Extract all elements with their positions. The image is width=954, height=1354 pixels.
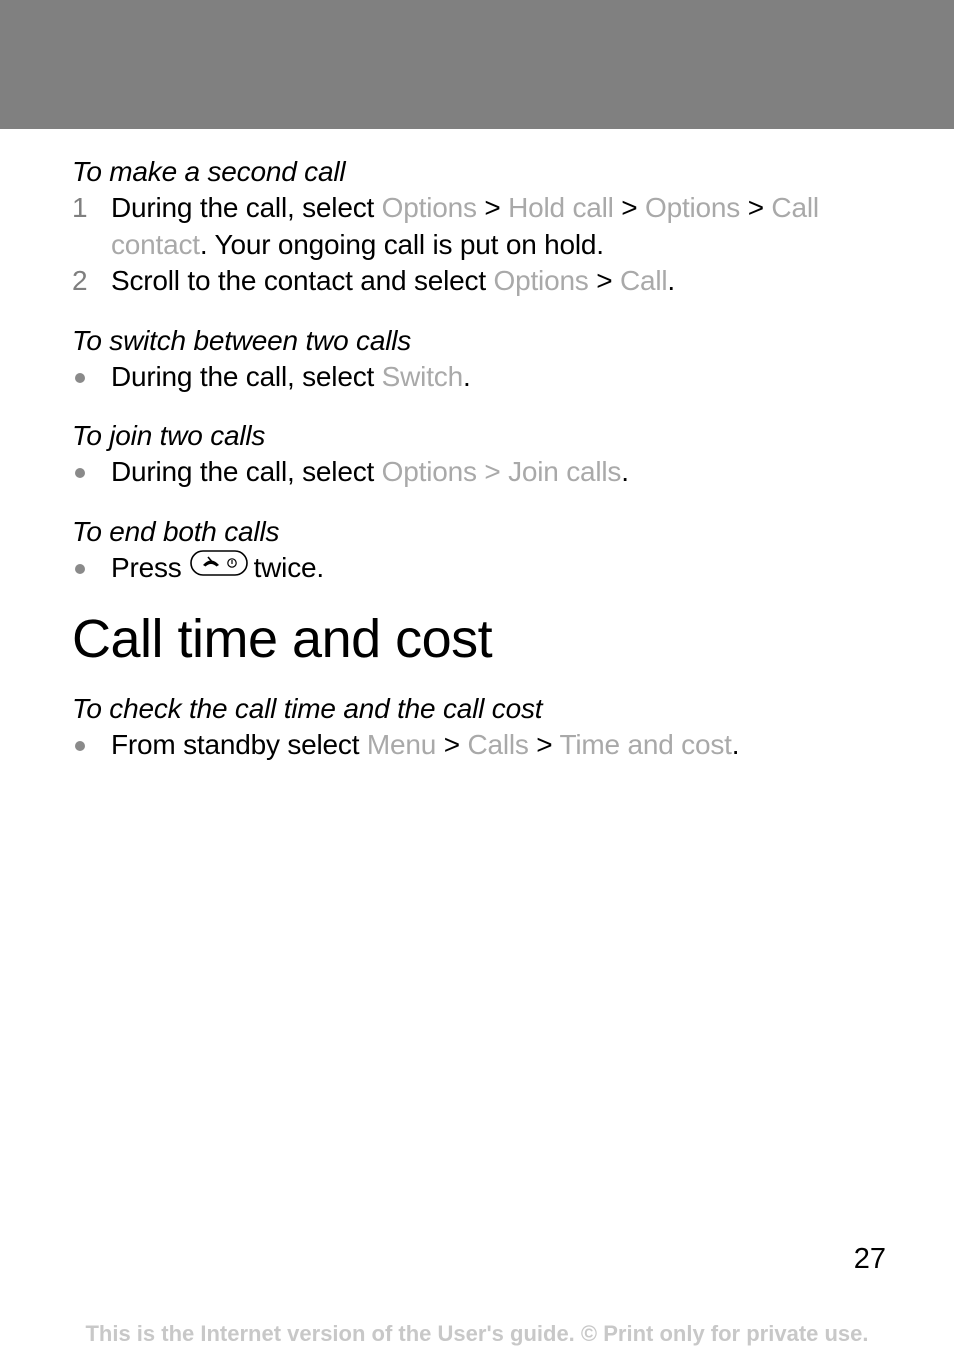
step-2: 2 Scroll to the contact and select Optio… (72, 263, 892, 300)
section-join-calls: To join two calls During the call, selec… (72, 418, 892, 491)
text: During the call, select (111, 192, 382, 223)
separator: > (613, 192, 645, 223)
bullet-step: During the call, select Options > Join c… (72, 454, 892, 491)
section-switch-calls: To switch between two calls During the c… (72, 323, 892, 396)
section-second-call: To make a second call 1 During the call,… (72, 154, 892, 300)
ui-term-options: Options (493, 265, 589, 296)
text: From standby select (111, 729, 367, 760)
bullet-step: Press twice. (72, 550, 892, 587)
ui-term-menu: Menu (366, 729, 437, 760)
end-call-key-icon (189, 549, 248, 586)
page-content: To make a second call 1 During the call,… (72, 154, 892, 787)
task-title: To join two calls (72, 420, 266, 451)
text: . (462, 360, 471, 392)
text: . (731, 729, 740, 760)
ui-term-call: Call (619, 265, 668, 296)
ui-term-options: Options (645, 192, 741, 223)
footer-notice: This is the Internet version of the User… (85, 1321, 869, 1346)
text: During the call, select (111, 360, 382, 392)
step-number: 1 (72, 192, 88, 223)
text: . Your ongoing call is put on hold. (199, 228, 604, 260)
task-title: To switch between two calls (72, 324, 412, 356)
step-1: 1 During the call, select Options > Hold… (72, 190, 892, 263)
bullet-step: From standby select Menu > Calls > Time … (72, 727, 892, 764)
ui-term-options: Options (381, 192, 477, 223)
text: twice. (253, 551, 325, 583)
task-title: To make a second call (72, 156, 346, 187)
step-number: 2 (72, 265, 88, 296)
text: . (667, 265, 675, 296)
ui-term-time-and-cost: Time and cost (559, 729, 732, 760)
bullet-step: During the call, select Switch. (72, 359, 892, 396)
ui-term-join-calls: Options > Join calls (381, 456, 622, 487)
bullet-icon (75, 372, 85, 383)
bullet-icon (75, 563, 85, 574)
ui-term-hold-call: Hold call (508, 192, 614, 223)
text: Press (111, 551, 182, 583)
separator: > (436, 729, 468, 760)
text: During the call, select (111, 456, 382, 487)
task-title: To end both calls (72, 515, 280, 547)
separator: > (740, 192, 772, 223)
page-number: 27 (853, 1243, 886, 1275)
text: Scroll to the contact and select (111, 265, 494, 296)
bullet-icon (75, 741, 85, 751)
header-band (0, 0, 954, 129)
ui-term-switch: Switch (381, 360, 463, 392)
section-call-time-cost: To check the call time and the call cost… (72, 691, 892, 764)
ui-term-calls: Calls (467, 729, 529, 760)
separator: > (528, 729, 560, 760)
bullet-icon (75, 468, 85, 478)
page-heading: Call time and cost (72, 609, 493, 669)
separator: > (476, 192, 509, 223)
text: . (621, 456, 629, 487)
task-title: To check the call time and the call cost (72, 693, 543, 724)
separator: > (588, 265, 620, 296)
section-end-calls: To end both calls Press twice. (72, 514, 892, 587)
